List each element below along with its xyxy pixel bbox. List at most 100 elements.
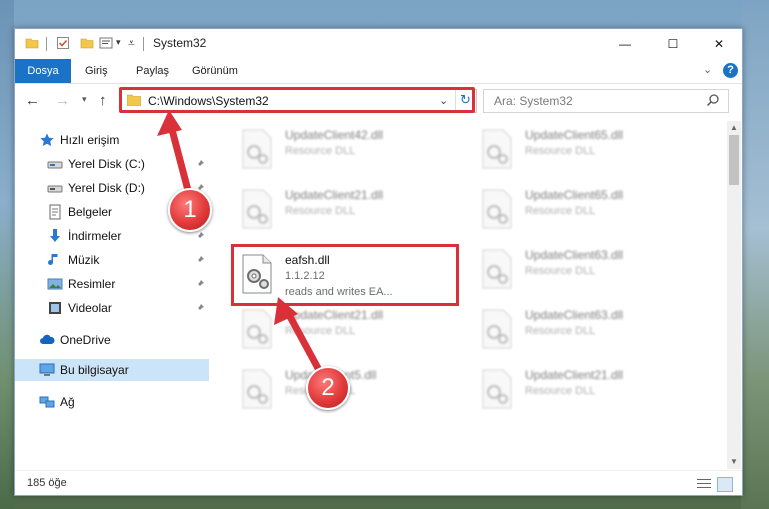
tiles-view-icon[interactable] — [717, 477, 733, 492]
vertical-scrollbar[interactable]: ▲ ▼ — [727, 121, 741, 469]
file-description: reads and writes EA... — [285, 286, 393, 298]
file-item[interactable]: UpdateClient42.dll Resource DLL — [233, 123, 453, 173]
drive-icon — [47, 185, 63, 193]
sidebar-item-videos[interactable]: Videolar — [15, 297, 209, 319]
step-callout-2: 2 — [306, 366, 350, 410]
file-item[interactable]: UpdateClient65.dll Resource DLL — [473, 183, 693, 233]
search-icon[interactable] — [706, 93, 720, 107]
file-name: UpdateClient65.dll — [525, 188, 624, 202]
tab-file[interactable]: Dosya — [15, 59, 71, 83]
sidebar-item-label: OneDrive — [60, 333, 111, 347]
sidebar-item-network[interactable]: Ağ — [15, 391, 209, 413]
maximize-button[interactable]: ☐ — [650, 29, 696, 59]
rename-icon[interactable] — [99, 36, 113, 50]
minimize-button[interactable]: — — [602, 29, 648, 59]
file-name: UpdateClient65.dll — [525, 128, 624, 142]
new-folder-icon[interactable] — [80, 36, 94, 50]
toolbar-separator — [46, 37, 47, 51]
file-item-eafsh[interactable]: eafsh.dll 1.1.2.12 reads and writes EA..… — [233, 248, 453, 298]
file-item[interactable]: UpdateClient63.dll Resource DLL — [473, 243, 693, 293]
file-name: UpdateClient21.dll — [285, 308, 384, 322]
recent-locations-icon[interactable]: ▾ — [82, 94, 87, 105]
sidebar-item-label: Videolar — [68, 301, 112, 315]
folder-icon — [25, 38, 39, 49]
sidebar-item-label: İndirmeler — [68, 229, 122, 243]
tab-home[interactable]: Giriş — [85, 59, 108, 83]
help-icon[interactable]: ? — [723, 63, 738, 78]
tab-view[interactable]: Görünüm — [192, 59, 238, 83]
title-bar: ▾ ⩡ System32 — ☐ ✕ — [15, 29, 742, 59]
desktop-background-left — [0, 0, 14, 509]
sidebar-item-label: Müzik — [68, 253, 100, 267]
sidebar-item-music[interactable]: Müzik — [15, 249, 209, 271]
drive-icon — [47, 161, 63, 169]
computer-icon — [39, 363, 55, 376]
sidebar-item-label: Hızlı erişim — [60, 133, 120, 147]
file-description: Resource DLL — [285, 325, 356, 337]
scroll-up-icon[interactable]: ▲ — [730, 123, 738, 132]
close-button[interactable]: ✕ — [696, 29, 742, 59]
pictures-icon — [47, 278, 63, 290]
quick-access-dropdown-icon[interactable]: ▾ — [116, 37, 121, 48]
scroll-down-icon[interactable]: ▼ — [730, 457, 738, 466]
file-item[interactable]: UpdateClient65.dll Resource DLL — [473, 123, 693, 173]
dll-file-icon — [482, 369, 512, 409]
pin-icon[interactable] — [195, 255, 205, 265]
dll-file-icon — [482, 189, 512, 229]
expand-ribbon-icon[interactable]: ⌄ — [703, 63, 712, 76]
file-description: Resource DLL — [285, 145, 356, 157]
file-item[interactable]: UpdateClient21.dll Resource DLL — [233, 303, 453, 353]
customize-toolbar-icon[interactable]: ⩡ — [128, 36, 135, 51]
dll-file-icon — [482, 249, 512, 289]
sidebar-item-onedrive[interactable]: OneDrive — [15, 329, 209, 351]
file-name: UpdateClient63.dll — [525, 248, 624, 262]
toolbar-separator — [143, 37, 144, 51]
back-arrow-icon[interactable]: ← — [25, 92, 40, 109]
dll-file-icon — [242, 189, 272, 229]
dll-file-icon — [482, 309, 512, 349]
details-view-icon[interactable] — [697, 478, 711, 489]
dll-file-icon — [242, 369, 272, 409]
download-icon — [50, 229, 60, 242]
tab-share[interactable]: Paylaş — [136, 59, 169, 83]
music-icon — [48, 254, 58, 265]
sidebar-item-label: Ağ — [60, 395, 75, 409]
file-version: 1.1.2.12 — [285, 270, 325, 282]
search-input[interactable]: Ara: System32 — [494, 94, 573, 108]
sidebar-item-quick-access[interactable]: Hızlı erişim — [15, 129, 209, 151]
sidebar-item-pictures[interactable]: Resimler — [15, 273, 209, 295]
file-item[interactable]: UpdateClient21.dll Resource DLL — [233, 183, 453, 233]
network-icon — [39, 396, 55, 408]
file-item[interactable]: UpdateClient21.dll Resource DLL — [473, 363, 693, 413]
file-description: Resource DLL — [525, 145, 596, 157]
sidebar-item-label: Yerel Disk (C:) — [68, 157, 145, 171]
file-name: UpdateClient21.dll — [525, 368, 624, 382]
file-description: Resource DLL — [525, 325, 596, 337]
search-box[interactable]: Ara: System32 — [483, 89, 729, 113]
properties-check-icon[interactable] — [56, 36, 70, 50]
close-icon: ✕ — [713, 37, 725, 51]
explorer-window: ▾ ⩡ System32 — ☐ ✕ Dosya Giriş Paylaş Gö… — [14, 28, 743, 496]
file-item[interactable]: UpdateClient63.dll Resource DLL — [473, 303, 693, 353]
file-description: Resource DLL — [525, 205, 596, 217]
window-title: System32 — [153, 36, 207, 50]
dll-file-icon — [242, 129, 272, 169]
pin-icon[interactable] — [195, 231, 205, 241]
forward-arrow-icon[interactable]: → — [55, 92, 70, 109]
minimize-icon: — — [619, 37, 631, 51]
dll-file-icon — [242, 309, 272, 349]
pin-icon[interactable] — [195, 159, 205, 169]
pin-icon[interactable] — [195, 279, 205, 289]
step-callout-1: 1 — [168, 188, 212, 232]
scrollbar-thumb[interactable] — [729, 135, 739, 185]
file-name: UpdateClient21.dll — [285, 188, 384, 202]
dll-file-icon — [482, 129, 512, 169]
sidebar-item-label: Resimler — [68, 277, 116, 291]
item-count: 185 öğe — [27, 477, 67, 489]
sidebar-item-local-disk-c[interactable]: Yerel Disk (C:) — [15, 153, 209, 175]
video-icon — [49, 302, 61, 314]
pin-icon[interactable] — [195, 303, 205, 313]
sidebar-item-this-pc[interactable]: Bu bilgisayar — [15, 359, 209, 381]
up-arrow-icon[interactable]: ↑ — [99, 92, 107, 109]
file-name: eafsh.dll — [285, 253, 330, 267]
